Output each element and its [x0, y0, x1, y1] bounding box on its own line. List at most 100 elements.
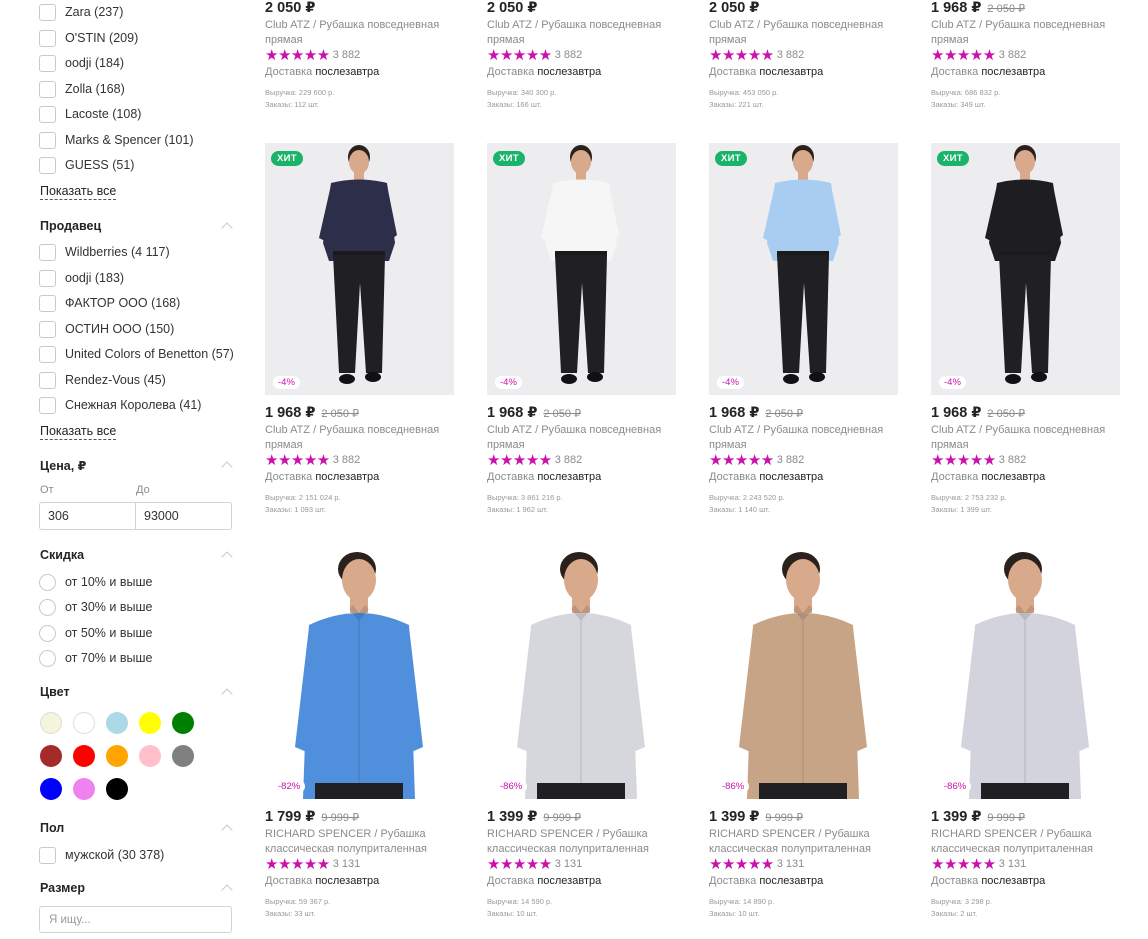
- product-name[interactable]: Club ATZ / Рубашка повседневная прямая: [709, 423, 904, 453]
- brand-filter-option[interactable]: Marks & Spencer (101): [39, 130, 194, 150]
- gender-filter-option[interactable]: мужской (30 378): [39, 845, 164, 865]
- product-card[interactable]: -86% 1 399 ₽ 9 999 ₽ RICHARD SPENCER / Руба…: [931, 547, 1131, 932]
- brand-filter-option[interactable]: GUESS (51): [39, 155, 134, 175]
- brand-filter-option[interactable]: Zolla (168): [39, 79, 125, 99]
- checkbox[interactable]: [39, 371, 56, 389]
- radio-button[interactable]: [39, 598, 56, 616]
- product-name[interactable]: Club ATZ / Рубашка повседневная прямая: [265, 423, 460, 453]
- collapse-chevron-icon[interactable]: [221, 884, 233, 896]
- product-name[interactable]: Club ATZ / Рубашка повседневная прямая: [931, 423, 1126, 453]
- product-name[interactable]: Club ATZ / Рубашка повседневная прямая: [265, 18, 460, 48]
- checkbox[interactable]: [39, 105, 56, 123]
- checkbox[interactable]: [39, 294, 56, 312]
- product-card[interactable]: ХИТ -4% 1 968 ₽ 2 050 ₽ Club ATZ / Рубашка п…: [265, 143, 465, 528]
- product-card[interactable]: 1 968 ₽ 2 050 ₽ Club ATZ / Рубашка повседн…: [931, 0, 1131, 120]
- discount-filter-option[interactable]: от 70% и выше: [39, 648, 152, 668]
- size-search-input[interactable]: [39, 906, 232, 933]
- color-swatch[interactable]: [40, 712, 62, 734]
- checkbox[interactable]: [39, 29, 56, 47]
- checkbox[interactable]: [39, 846, 56, 864]
- color-swatch[interactable]: [106, 712, 128, 734]
- product-image[interactable]: -86%: [709, 547, 898, 799]
- color-swatch[interactable]: [172, 745, 194, 767]
- color-swatch[interactable]: [40, 778, 62, 800]
- product-card[interactable]: -82% 1 799 ₽ 9 999 ₽ RICHARD SPENCER / Руба…: [265, 547, 465, 932]
- checkbox[interactable]: [39, 320, 56, 338]
- color-swatch[interactable]: [73, 778, 95, 800]
- checkbox[interactable]: [39, 54, 56, 72]
- product-name[interactable]: Club ATZ / Рубашка повседневная прямая: [487, 423, 682, 453]
- product-name[interactable]: RICHARD SPENCER / Рубашка классическая п…: [265, 827, 460, 857]
- color-swatch[interactable]: [106, 745, 128, 767]
- product-image[interactable]: ХИТ -4%: [931, 143, 1120, 395]
- product-image[interactable]: -86%: [931, 547, 1120, 799]
- collapse-chevron-icon[interactable]: [221, 551, 233, 563]
- discount-section-title[interactable]: Скидка: [40, 548, 84, 562]
- size-section-title[interactable]: Размер: [40, 881, 85, 895]
- discount-filter-option[interactable]: от 50% и выше: [39, 623, 152, 643]
- price-from-input[interactable]: 306: [40, 503, 135, 529]
- seller-filter-option[interactable]: Снежная Королева (41): [39, 395, 201, 415]
- checkbox[interactable]: [39, 396, 56, 414]
- checkbox[interactable]: [39, 131, 56, 149]
- product-image[interactable]: ХИТ -4%: [265, 143, 454, 395]
- color-swatch[interactable]: [73, 745, 95, 767]
- brand-show-all-link[interactable]: Показать все: [40, 184, 117, 200]
- seller-section-title[interactable]: Продавец: [40, 219, 101, 233]
- discount-filter-option[interactable]: от 30% и выше: [39, 597, 152, 617]
- brand-filter-option[interactable]: Lacoste (108): [39, 104, 141, 124]
- checkbox[interactable]: [39, 269, 56, 287]
- collapse-chevron-icon[interactable]: [221, 222, 233, 234]
- color-swatch[interactable]: [40, 745, 62, 767]
- collapse-chevron-icon[interactable]: [221, 824, 233, 836]
- seller-filter-option[interactable]: United Colors of Benetton (57): [39, 344, 234, 364]
- seller-filter-option[interactable]: Wildberries (4 117): [39, 242, 170, 262]
- product-card[interactable]: 2 050 ₽ Club ATZ / Рубашка повседневная п…: [265, 0, 465, 120]
- checkbox[interactable]: [39, 243, 56, 261]
- product-card[interactable]: -86% 1 399 ₽ 9 999 ₽ RICHARD SPENCER / Руба…: [487, 547, 687, 932]
- radio-button[interactable]: [39, 624, 56, 642]
- color-swatch[interactable]: [172, 712, 194, 734]
- color-swatch[interactable]: [139, 712, 161, 734]
- product-name[interactable]: RICHARD SPENCER / Рубашка классическая п…: [487, 827, 682, 857]
- radio-button[interactable]: [39, 649, 56, 667]
- product-name[interactable]: Club ATZ / Рубашка повседневная прямая: [709, 18, 904, 48]
- product-card[interactable]: 2 050 ₽ Club ATZ / Рубашка повседневная п…: [487, 0, 687, 120]
- product-card[interactable]: -86% 1 399 ₽ 9 999 ₽ RICHARD SPENCER / Руба…: [709, 547, 909, 932]
- color-section-title[interactable]: Цвет: [40, 685, 70, 699]
- price-to-input[interactable]: 93000: [135, 503, 231, 529]
- product-card[interactable]: ХИТ -4% 1 968 ₽ 2 050 ₽ Club ATZ / Рубашка п…: [487, 143, 687, 528]
- product-card[interactable]: ХИТ -4% 1 968 ₽ 2 050 ₽ Club ATZ / Рубашка п…: [709, 143, 909, 528]
- seller-filter-option[interactable]: Rendez-Vous (45): [39, 370, 166, 390]
- product-card[interactable]: 2 050 ₽ Club ATZ / Рубашка повседневная п…: [709, 0, 909, 120]
- collapse-chevron-icon[interactable]: [221, 461, 233, 473]
- product-name[interactable]: Club ATZ / Рубашка повседневная прямая: [487, 18, 682, 48]
- checkbox[interactable]: [39, 345, 56, 363]
- seller-filter-option[interactable]: ФАКТОР ООО (168): [39, 293, 180, 313]
- product-card[interactable]: ХИТ -4% 1 968 ₽ 2 050 ₽ Club ATZ / Рубашка п…: [931, 143, 1131, 528]
- checkbox[interactable]: [39, 80, 56, 98]
- radio-button[interactable]: [39, 573, 56, 591]
- discount-filter-option[interactable]: от 10% и выше: [39, 572, 152, 592]
- color-swatch[interactable]: [73, 712, 95, 734]
- color-swatch[interactable]: [106, 778, 128, 800]
- price-section-title[interactable]: Цена, ₽: [40, 458, 86, 473]
- brand-filter-option[interactable]: Zara (237): [39, 2, 123, 22]
- seller-filter-option[interactable]: ОСТИН ООО (150): [39, 319, 174, 339]
- color-swatch[interactable]: [139, 745, 161, 767]
- seller-filter-option[interactable]: oodji (183): [39, 268, 124, 288]
- checkbox[interactable]: [39, 156, 56, 174]
- checkbox[interactable]: [39, 3, 56, 21]
- product-name[interactable]: Club ATZ / Рубашка повседневная прямая: [931, 18, 1126, 48]
- product-image[interactable]: ХИТ -4%: [709, 143, 898, 395]
- product-image[interactable]: -82%: [265, 547, 454, 799]
- collapse-chevron-icon[interactable]: [221, 688, 233, 700]
- product-name[interactable]: RICHARD SPENCER / Рубашка классическая п…: [931, 827, 1126, 857]
- product-image[interactable]: -86%: [487, 547, 676, 799]
- brand-filter-option[interactable]: oodji (184): [39, 53, 124, 73]
- gender-section-title[interactable]: Пол: [40, 821, 64, 835]
- product-name[interactable]: RICHARD SPENCER / Рубашка классическая п…: [709, 827, 904, 857]
- brand-filter-option[interactable]: O'STIN (209): [39, 28, 138, 48]
- seller-show-all-link[interactable]: Показать все: [40, 424, 117, 440]
- product-image[interactable]: ХИТ -4%: [487, 143, 676, 395]
